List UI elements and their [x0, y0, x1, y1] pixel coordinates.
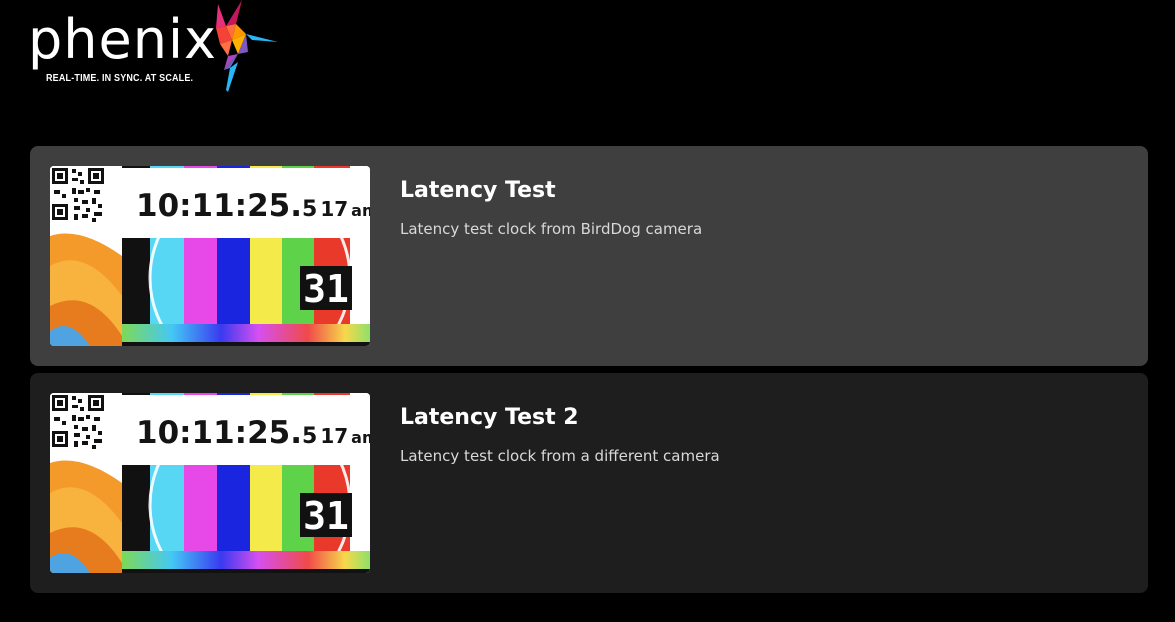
stream-title: Latency Test — [400, 178, 556, 203]
page: phenix REAL-TIME. IN SYNC. AT SCALE. 10:… — [0, 0, 1175, 622]
clock-main: 10:11:25. — [136, 415, 302, 451]
stream-description: Latency test clock from a different came… — [400, 447, 720, 465]
frame-counter: 31 — [303, 267, 349, 311]
phenix-logo[interactable]: phenix REAL-TIME. IN SYNC. AT SCALE. — [28, 0, 288, 96]
clock-ms: 5 — [302, 424, 317, 449]
logo-tagline: REAL-TIME. IN SYNC. AT SCALE. — [46, 73, 194, 84]
frame-counter: 31 — [303, 494, 349, 538]
stream-card-latency-test[interactable]: 10:11:25.517am 31 Latency Test Latency t… — [30, 146, 1148, 366]
clock-ampm: am — [351, 201, 370, 220]
clock-main: 10:11:25. — [136, 188, 302, 224]
clock-ampm: am — [351, 428, 370, 447]
clock-frac: 17 — [320, 197, 348, 221]
clock-ms: 5 — [302, 197, 317, 222]
stream-thumbnail: 10:11:25.517am 31 — [50, 166, 370, 346]
stream-card-latency-test-2[interactable]: 10:11:25.517am 31 Latency Test 2 Latency… — [30, 373, 1148, 593]
hummingbird-icon — [216, 0, 278, 92]
stream-title: Latency Test 2 — [400, 405, 579, 430]
logo-wordmark: phenix — [28, 8, 217, 71]
stream-thumbnail: 10:11:25.517am 31 — [50, 393, 370, 573]
clock-frac: 17 — [320, 424, 348, 448]
stream-description: Latency test clock from BirdDog camera — [400, 220, 703, 238]
